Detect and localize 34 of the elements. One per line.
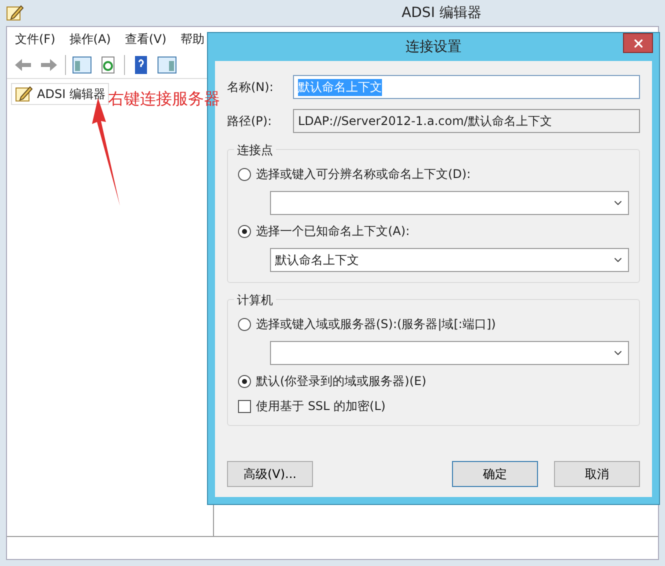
menu-item[interactable]: 文件(F)	[15, 31, 56, 48]
dialog-button[interactable]: 高级(V)...	[227, 461, 313, 487]
field-label: 路径(P):	[227, 112, 273, 130]
path-field: LDAP://Server2012-1.a.com/默认命名上下文	[293, 109, 640, 133]
dialog-button[interactable]: 确定	[452, 461, 538, 487]
radio-label: 选择一个已知命名上下文(A):	[256, 223, 410, 240]
notepad-icon	[6, 4, 24, 22]
checkbox[interactable]	[238, 400, 251, 413]
radio-button[interactable]	[238, 168, 251, 181]
dialog-title: 连接设置	[406, 38, 462, 56]
checkbox-label: 使用基于 SSL 的加密(L)	[256, 398, 386, 415]
radio-button[interactable]	[238, 225, 251, 238]
group-title: 计算机	[234, 292, 276, 309]
close-button[interactable]	[623, 33, 653, 53]
radio-button[interactable]	[238, 318, 251, 331]
menu-item[interactable]: 帮助	[180, 31, 204, 48]
window-title: ADSI 编辑器	[402, 4, 482, 22]
notepad-icon	[15, 85, 33, 103]
radio-label: 选择或键入可分辨名称或命名上下文(D):	[256, 166, 471, 183]
radio-label: 选择或键入域或服务器(S):(服务器|域[:端口])	[256, 316, 496, 333]
combo-box[interactable]	[270, 191, 629, 215]
combo-box[interactable]	[270, 341, 629, 365]
pane-icon[interactable]	[157, 55, 177, 75]
menu-item[interactable]: 操作(A)	[69, 31, 111, 48]
group-title: 连接点	[234, 142, 276, 159]
radio-button[interactable]	[238, 375, 251, 388]
menu-item[interactable]: 查看(V)	[124, 31, 166, 48]
field-label: 名称(N):	[227, 78, 274, 96]
close-icon	[632, 36, 644, 50]
radio-label: 默认(你登录到的域或服务器)(E)	[256, 373, 426, 390]
tree-item[interactable]: ADSI 编辑器	[11, 83, 110, 105]
pane-icon[interactable]	[72, 55, 92, 75]
dialog-button[interactable]: 取消	[554, 461, 640, 487]
combo-box[interactable]: 默认命名上下文	[270, 248, 629, 272]
